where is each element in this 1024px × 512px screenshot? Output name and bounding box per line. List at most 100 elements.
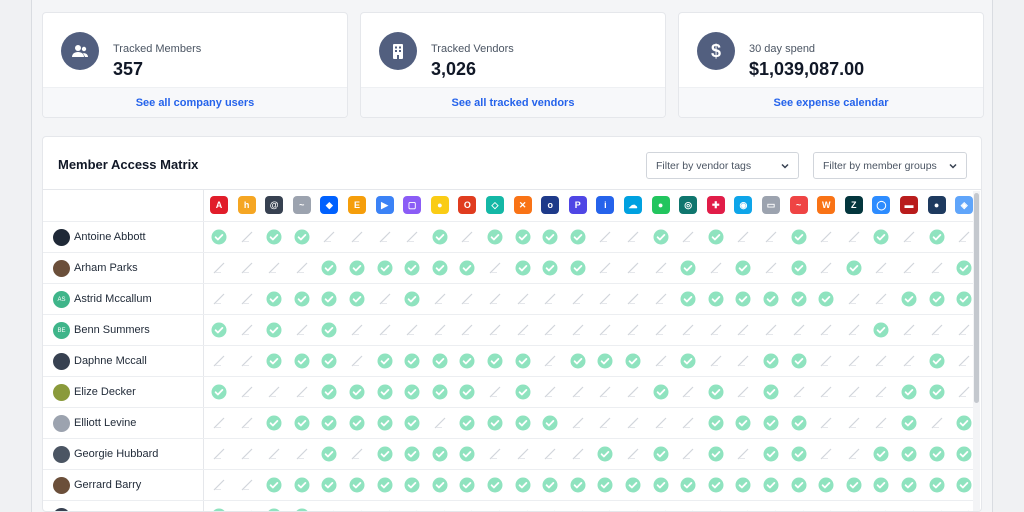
avatar [53, 260, 70, 277]
table-row[interactable]: Arham Parks [43, 252, 973, 283]
access-granted-icon [349, 415, 365, 431]
access-granted-icon [680, 353, 696, 369]
table-row[interactable]: Johnny Bryant [43, 500, 973, 511]
access-granted-icon [266, 477, 282, 493]
access-granted-icon [570, 229, 586, 245]
access-granted-icon [625, 477, 641, 493]
no-access-icon [680, 415, 696, 431]
access-granted-icon [597, 446, 613, 462]
vendor-14-logo-icon: P [568, 196, 587, 214]
access-granted-icon [459, 384, 475, 400]
access-granted-icon [377, 260, 393, 276]
table-row[interactable]: Gerrard Barry [43, 469, 973, 500]
access-granted-icon [432, 260, 448, 276]
no-access-icon [956, 229, 972, 245]
member-access-matrix: Member Access Matrix Filter by vendor ta… [42, 136, 982, 512]
table-row[interactable]: AS Astrid Mccallum [43, 283, 973, 314]
no-access-icon [432, 322, 448, 338]
access-granted-icon [459, 446, 475, 462]
access-granted-icon [515, 260, 531, 276]
access-granted-icon [404, 291, 420, 307]
access-granted-icon [791, 477, 807, 493]
avatar [53, 446, 70, 463]
no-access-icon [763, 322, 779, 338]
no-access-icon [653, 353, 669, 369]
access-granted-icon [542, 477, 558, 493]
see-expense-calendar-link[interactable]: See expense calendar [679, 87, 983, 117]
no-access-icon [239, 477, 255, 493]
no-access-icon [266, 384, 282, 400]
access-granted-icon [294, 508, 310, 511]
access-granted-icon [321, 322, 337, 338]
no-access-icon [211, 291, 227, 307]
vendor-tags-filter[interactable]: Filter by vendor tags [646, 152, 799, 179]
no-access-icon [735, 446, 751, 462]
no-access-icon [846, 353, 862, 369]
access-granted-icon [266, 415, 282, 431]
no-access-icon [873, 353, 889, 369]
no-access-icon [487, 384, 503, 400]
no-access-icon [597, 508, 613, 511]
no-access-icon [211, 446, 227, 462]
no-access-icon [570, 415, 586, 431]
access-granted-icon [459, 415, 475, 431]
vendor-21-logo-icon: ▭ [762, 196, 780, 214]
member-name: Antoine Abbott [74, 231, 146, 243]
access-granted-icon [321, 446, 337, 462]
tracked-members-card: Tracked Members 357 See all company user… [42, 12, 348, 118]
access-granted-icon [211, 508, 227, 511]
scrollbar[interactable] [973, 191, 980, 511]
table-row[interactable]: Elize Decker [43, 376, 973, 407]
access-granted-icon [653, 446, 669, 462]
no-access-icon [377, 508, 393, 511]
no-access-icon [377, 291, 393, 307]
no-access-icon [570, 322, 586, 338]
salesforce-logo-icon: ☁ [624, 196, 642, 214]
access-granted-icon [680, 477, 696, 493]
no-access-icon [404, 229, 420, 245]
access-granted-icon [763, 477, 779, 493]
access-granted-icon [266, 291, 282, 307]
avatar [53, 508, 70, 511]
vendor-8-logo-icon: ▢ [403, 196, 422, 214]
access-granted-icon [321, 415, 337, 431]
okta-logo-icon: o [541, 196, 560, 214]
access-granted-icon [459, 477, 475, 493]
no-access-icon [846, 291, 862, 307]
access-granted-icon [873, 229, 889, 245]
no-access-icon [239, 260, 255, 276]
access-granted-icon [791, 415, 807, 431]
no-access-icon [211, 353, 227, 369]
scrollbar-thumb[interactable] [974, 193, 979, 403]
member-name: Astrid Mccallum [74, 293, 152, 305]
vendor-26-logo-icon: ▬ [900, 196, 918, 214]
see-all-company-users-link[interactable]: See all company users [43, 87, 347, 117]
access-granted-icon [653, 384, 669, 400]
access-granted-icon [321, 260, 337, 276]
no-access-icon [901, 260, 917, 276]
no-access-icon [791, 384, 807, 400]
no-access-icon [653, 260, 669, 276]
no-access-icon [570, 446, 586, 462]
table-row[interactable]: Georgie Hubbard [43, 438, 973, 469]
member-name: Gerrard Barry [74, 479, 142, 491]
table-row[interactable]: Elliott Levine [43, 407, 973, 438]
no-access-icon [542, 353, 558, 369]
no-access-icon [735, 384, 751, 400]
no-access-icon [956, 508, 972, 511]
no-access-icon [321, 229, 337, 245]
access-granted-icon [763, 384, 779, 400]
no-access-icon [846, 508, 862, 511]
access-granted-icon [377, 446, 393, 462]
access-granted-icon [873, 477, 889, 493]
table-row[interactable]: Antoine Abbott [43, 221, 973, 252]
no-access-icon [625, 446, 641, 462]
access-granted-icon [708, 415, 724, 431]
see-all-tracked-vendors-link[interactable]: See all tracked vendors [361, 87, 665, 117]
table-row[interactable]: Daphne Mccall [43, 345, 973, 376]
access-granted-icon [321, 477, 337, 493]
access-granted-icon [542, 260, 558, 276]
no-access-icon [377, 322, 393, 338]
member-groups-filter[interactable]: Filter by member groups [813, 152, 967, 179]
table-row[interactable]: BE Benn Summers [43, 314, 973, 345]
